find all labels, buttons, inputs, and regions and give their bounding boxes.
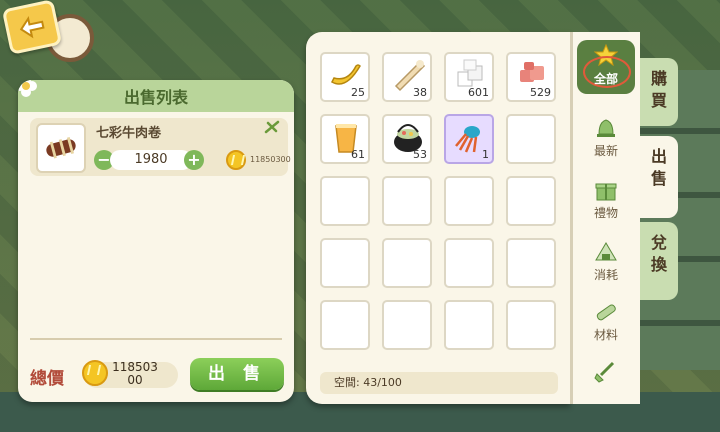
slot-count: 53 [413, 148, 427, 161]
log-icon [596, 304, 616, 321]
rice-ball-icon [595, 242, 617, 261]
total-label: 總價 [30, 369, 64, 389]
increase-quantity-button[interactable]: + [184, 150, 204, 170]
category-new[interactable]: 最新 [573, 116, 639, 159]
item-price: 11850300 [250, 155, 291, 164]
inventory-slot-empty[interactable] [382, 238, 432, 288]
capacity-indicator: 空間: 43/100 [320, 372, 558, 394]
category-material-label: 材料 [593, 328, 618, 342]
slot-count: 25 [351, 86, 365, 99]
slot-count: 529 [530, 86, 551, 99]
category-consumable[interactable]: 消耗 [573, 240, 639, 283]
sell-list-panel: 出售列表 七彩牛肉卷 − 1980 + 11850300 總價 118503 0… [18, 80, 294, 402]
inventory-slot[interactable]: 53 [382, 114, 432, 164]
inventory-slot-empty[interactable] [506, 176, 556, 226]
category-column: 全部 最新 禮物 消耗 材料 [570, 32, 640, 404]
tab-buy-label: 購買 [650, 69, 667, 110]
tab-exchange[interactable]: 兌換 [640, 222, 678, 300]
sell-list-header: 出售列表 [18, 80, 294, 112]
inventory-slot[interactable]: 38 [382, 52, 432, 102]
total-value: 118503 00 [110, 361, 160, 387]
inventory-slot-empty[interactable] [320, 300, 370, 350]
inventory-slot[interactable]: 25 [320, 52, 370, 102]
total-value-line2: 00 [127, 373, 143, 387]
remove-item-icon[interactable] [264, 120, 280, 134]
inventory-slot-empty[interactable] [320, 176, 370, 226]
slot-count: 61 [351, 148, 365, 161]
inventory-panel: 25 38 601 529 61 53 1 空間: 43/100 [306, 32, 570, 404]
bell-icon [597, 119, 615, 137]
slot-count: 601 [468, 86, 489, 99]
sell-item-card: 七彩牛肉卷 − 1980 + 11850300 [30, 118, 291, 176]
inventory-slot-empty[interactable] [382, 176, 432, 226]
inventory-slot-empty[interactable] [444, 176, 494, 226]
item-name: 七彩牛肉卷 [96, 126, 162, 141]
tab-sell-label: 出售 [650, 147, 667, 188]
inventory-slot-empty[interactable] [320, 238, 370, 288]
inventory-slot-selected[interactable]: 1 [444, 114, 494, 164]
tab-exchange-label: 兌換 [650, 233, 667, 274]
inventory-slot[interactable]: 601 [444, 52, 494, 102]
inventory-slot-empty[interactable] [506, 300, 556, 350]
category-all[interactable]: 全部 [577, 40, 635, 94]
shovel-icon [594, 361, 615, 383]
category-consumable-label: 消耗 [593, 268, 618, 282]
inventory-slot-empty[interactable] [506, 114, 556, 164]
inventory-slot-empty[interactable] [506, 238, 556, 288]
sell-button[interactable]: 出 售 [190, 358, 284, 390]
tab-buy[interactable]: 購買 [640, 58, 678, 126]
inventory-grid: 25 38 601 529 61 53 1 [320, 52, 558, 362]
inventory-slot[interactable]: 529 [506, 52, 556, 102]
category-gift-label: 禮物 [593, 206, 618, 220]
inventory-slot[interactable]: 61 [320, 114, 370, 164]
beef-roll-icon [36, 123, 86, 173]
total-coin-icon [82, 360, 108, 386]
divider [30, 338, 282, 340]
category-all-label: 全部 [593, 72, 618, 86]
inventory-slot-empty[interactable] [444, 238, 494, 288]
category-new-label: 最新 [593, 144, 618, 158]
category-tool[interactable] [573, 360, 639, 386]
sell-list-title: 出售列表 [123, 88, 188, 107]
back-arrow-icon [19, 16, 45, 39]
flower-icon [18, 80, 37, 97]
slot-count: 38 [413, 86, 427, 99]
inventory-slot-empty[interactable] [444, 300, 494, 350]
category-material[interactable]: 材料 [573, 300, 639, 343]
coin-icon [226, 150, 246, 170]
gift-icon [595, 183, 617, 201]
tab-sell[interactable]: 出售 [640, 136, 678, 218]
category-gift[interactable]: 禮物 [573, 178, 639, 221]
inventory-slot-empty[interactable] [382, 300, 432, 350]
quantity-field[interactable]: 1980 [110, 150, 192, 170]
slot-count: 1 [482, 148, 489, 161]
